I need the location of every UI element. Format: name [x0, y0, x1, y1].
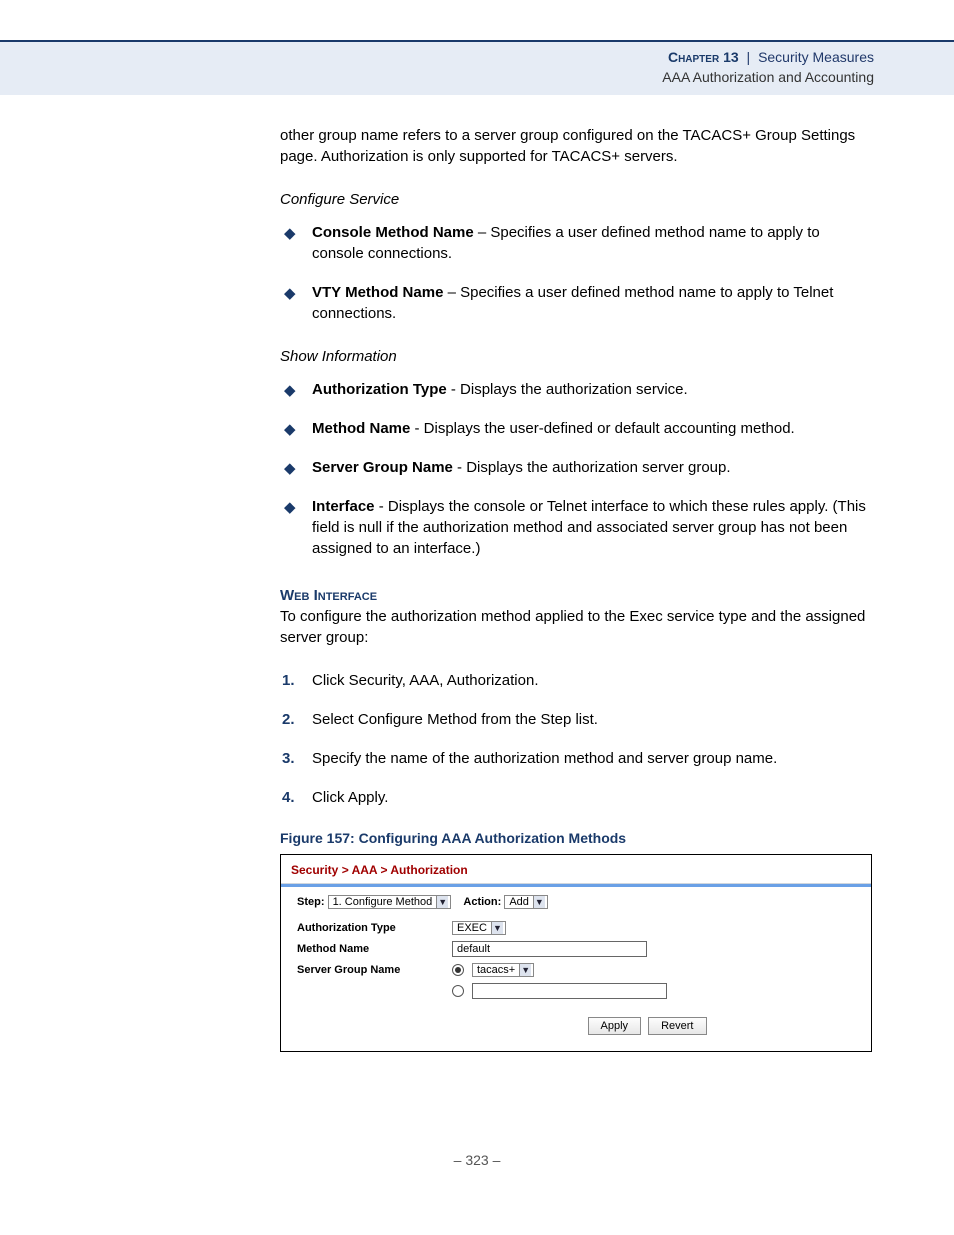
list-item: Console Method Name – Specifies a user d…	[280, 222, 872, 264]
step-label: Step:	[297, 896, 325, 908]
auth-type-select[interactable]: EXEC▼	[452, 921, 506, 935]
server-group-custom-input[interactable]	[472, 983, 667, 999]
server-group-radio-custom[interactable]	[452, 985, 464, 997]
auth-type-label: Authorization Type	[297, 922, 452, 934]
server-group-label: Server Group Name	[297, 964, 452, 976]
action-label: Action:	[463, 896, 501, 908]
step-select[interactable]: 1. Configure Method▼	[328, 895, 452, 909]
method-name-input[interactable]: default	[452, 941, 647, 957]
list-item: VTY Method Name – Specifies a user defin…	[280, 282, 872, 324]
list-item: Server Group Name - Displays the authori…	[280, 457, 872, 478]
chapter-subtitle: AAA Authorization and Accounting	[0, 68, 874, 88]
method-name-label: Method Name	[297, 943, 452, 955]
figure-screenshot: Security > AAA > Authorization Step: 1. …	[280, 854, 872, 1052]
chevron-down-icon: ▼	[436, 896, 448, 908]
page-header: Chapter 13 | Security Measures AAA Autho…	[0, 42, 954, 95]
step-item: 2.Select Configure Method from the Step …	[280, 709, 872, 730]
list-item: Interface - Displays the console or Teln…	[280, 496, 872, 559]
show-information-heading: Show Information	[280, 348, 872, 365]
chapter-label: Chapter 13	[668, 49, 739, 65]
action-select[interactable]: Add▼	[504, 895, 548, 909]
chevron-down-icon: ▼	[533, 896, 545, 908]
list-item: Authorization Type - Displays the author…	[280, 379, 872, 400]
step-item: 1.Click Security, AAA, Authorization.	[280, 670, 872, 691]
server-group-select[interactable]: tacacs+▼	[472, 963, 534, 977]
intro-paragraph: other group name refers to a server grou…	[280, 125, 872, 167]
step-item: 4.Click Apply.	[280, 787, 872, 808]
configure-service-heading: Configure Service	[280, 191, 872, 208]
step-item: 3.Specify the name of the authorization …	[280, 748, 872, 769]
breadcrumb: Security > AAA > Authorization	[281, 855, 871, 884]
chevron-down-icon: ▼	[491, 922, 503, 934]
list-item: Method Name - Displays the user-defined …	[280, 418, 872, 439]
server-group-radio-predefined[interactable]	[452, 964, 464, 976]
page-number: – 323 –	[0, 1152, 954, 1168]
chevron-down-icon: ▼	[519, 964, 531, 976]
web-interface-intro: To configure the authorization method ap…	[280, 606, 872, 648]
chapter-title: Security Measures	[758, 49, 874, 65]
revert-button[interactable]: Revert	[648, 1017, 706, 1035]
figure-caption: Figure 157: Configuring AAA Authorizatio…	[280, 830, 872, 846]
web-interface-heading: Web Interface	[280, 587, 872, 604]
apply-button[interactable]: Apply	[588, 1017, 642, 1035]
